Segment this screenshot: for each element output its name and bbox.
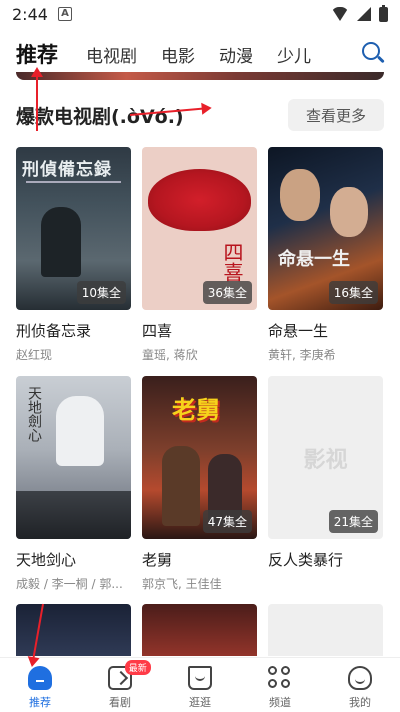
poster-image	[142, 604, 257, 656]
a-icon: A	[57, 7, 72, 21]
poster-text: 命悬一生	[278, 249, 350, 270]
episode-badge: 21集全	[328, 510, 378, 533]
bottom-nav-channel[interactable]: 频道	[240, 658, 320, 712]
status-bar: 2:44 A	[0, 0, 400, 28]
card-title: 命悬一生	[268, 322, 329, 340]
poster-image: 四喜 36集全	[142, 147, 257, 310]
poster-image: 老舅 47集全	[142, 376, 257, 539]
card-title: 刑侦备忘录	[16, 322, 92, 340]
status-time: 2:44	[12, 4, 48, 24]
shop-icon	[188, 666, 212, 690]
tab-anime[interactable]: 动漫	[219, 42, 253, 67]
placeholder-text: 影视	[303, 448, 348, 473]
tab-tv-series[interactable]: 电视剧	[86, 42, 137, 67]
poster-image: 命悬一生 16集全	[268, 147, 383, 310]
profile-icon	[348, 666, 372, 690]
tab-recommend[interactable]: 推荐	[16, 39, 58, 69]
search-icon[interactable]	[360, 40, 386, 66]
card-cast: 童瑶, 蒋欣	[142, 348, 198, 362]
bottom-nav-label: 逛逛	[189, 696, 211, 709]
bottom-nav-mine[interactable]: 我的	[320, 658, 400, 712]
poster-image: 刑偵備忘録 10集全	[16, 147, 131, 310]
bottom-nav-browse[interactable]: 逛逛	[160, 658, 240, 712]
top-nav: 推荐 电视剧 电影 动漫 少儿	[0, 34, 400, 74]
card-title: 四喜	[142, 322, 173, 340]
channel-icon	[268, 666, 292, 690]
tab-movies[interactable]: 电影	[161, 42, 195, 67]
card-cast: 黄轩, 李庚希	[268, 348, 336, 362]
bottom-nav-label: 我的	[349, 696, 371, 709]
card-title: 天地剑心	[16, 551, 77, 569]
bottom-nav-watch[interactable]: 最新 看剧	[80, 658, 160, 712]
poster-text: 四喜	[220, 242, 244, 282]
annotation-arrow	[36, 69, 38, 131]
poster-placeholder	[268, 604, 383, 656]
card-title: 老舅	[142, 551, 173, 569]
status-icons	[331, 4, 388, 22]
card-title: 反人类暴行	[268, 551, 344, 569]
view-more-button[interactable]: 查看更多	[288, 99, 384, 131]
card-cast: 赵红现	[16, 348, 53, 362]
bottom-nav-label: 看剧	[109, 696, 131, 709]
banner-carousel[interactable]	[16, 72, 384, 80]
poster-text: 老舅	[172, 396, 220, 424]
card-cast: 成毅 / 李一桐 / 郭...	[16, 577, 123, 591]
bottom-nav: 推荐 最新 看剧 逛逛 频道 我的	[0, 657, 400, 712]
tab-kids[interactable]: 少儿	[277, 42, 311, 67]
bottom-nav-label: 频道	[269, 696, 291, 709]
wifi-icon	[331, 7, 349, 21]
home-icon	[28, 666, 52, 690]
episode-badge: 36集全	[202, 281, 252, 304]
battery-icon	[379, 4, 388, 22]
new-badge: 最新	[124, 660, 151, 675]
poster-text: 天地劍心	[26, 386, 42, 442]
signal-icon	[357, 7, 371, 21]
section-title: 爆款电视剧(.òᐯó.)	[16, 105, 184, 128]
bottom-nav-label: 推荐	[29, 696, 51, 709]
episode-badge: 47集全	[202, 510, 252, 533]
poster-text: 刑偵備忘録	[22, 160, 112, 180]
section-header: 爆款电视剧(.òᐯó.) 查看更多	[16, 99, 384, 131]
poster-placeholder: 影视 21集全	[268, 376, 383, 539]
card-cast: 郭京飞, 王佳佳	[142, 577, 222, 591]
episode-badge: 16集全	[328, 281, 378, 304]
episode-badge: 10集全	[76, 281, 126, 304]
bottom-nav-recommend[interactable]: 推荐	[0, 658, 80, 712]
poster-image: 天地劍心	[16, 376, 131, 539]
